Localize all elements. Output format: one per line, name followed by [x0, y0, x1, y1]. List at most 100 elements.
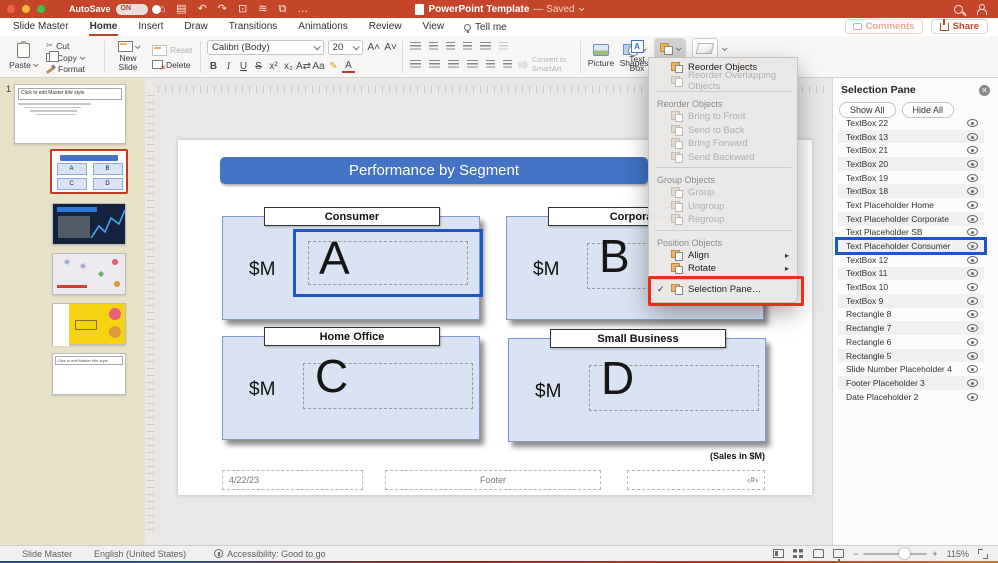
visibility-eye-icon[interactable] [967, 228, 978, 236]
visibility-eye-icon[interactable] [967, 324, 978, 332]
selection-pane-item[interactable]: TextBox 21 [838, 143, 984, 157]
change-case-button[interactable]: Aa [312, 61, 325, 72]
visibility-eye-icon[interactable] [967, 174, 978, 182]
footer-placeholder[interactable]: Footer [385, 470, 601, 490]
selection-pane-item[interactable]: TextBox 10 [838, 280, 984, 294]
quick-styles-button[interactable] [692, 38, 718, 58]
visibility-eye-icon[interactable] [967, 365, 978, 373]
date-placeholder[interactable]: 4/22/23 [222, 470, 363, 490]
language-status[interactable]: English (United States) [94, 549, 186, 559]
zoom-slider-knob[interactable] [899, 548, 910, 559]
normal-view-icon[interactable] [773, 549, 784, 558]
visibility-eye-icon[interactable] [967, 310, 978, 318]
selection-pane-item[interactable]: TextBox 19 [838, 171, 984, 185]
comments-button[interactable]: Comments [845, 19, 923, 34]
visibility-eye-icon[interactable] [967, 338, 978, 346]
align-right-button[interactable] [448, 60, 459, 71]
account-icon[interactable] [976, 4, 986, 14]
present-icon[interactable]: ⊡ [238, 0, 247, 18]
slide-title-shape[interactable]: Performance by Segment [220, 157, 648, 184]
decrease-indent-button[interactable] [446, 42, 455, 53]
strikethrough-button[interactable]: S [252, 61, 265, 72]
subscript-button[interactable]: x₂ [282, 61, 295, 72]
undo-icon[interactable]: ↶ [198, 0, 207, 18]
tab-transitions[interactable]: Transitions [228, 19, 279, 35]
autosave-toggle[interactable]: ON [116, 4, 148, 15]
selection-pane-item[interactable]: Text Placeholder Consumer [838, 239, 984, 253]
text-highlight-button[interactable]: ✎ [327, 61, 340, 72]
selection-pane-item[interactable]: Slide Number Placeholder 4 [838, 362, 984, 376]
shrink-font-button[interactable]: A˅ [384, 40, 397, 55]
selection-pane-item[interactable]: Footer Placeholder 3 [838, 376, 984, 390]
visibility-eye-icon[interactable] [967, 242, 978, 250]
selection-pane-item[interactable]: Rectangle 5 [838, 349, 984, 363]
sales-note[interactable]: (Sales in $M) [710, 451, 765, 461]
reading-view-icon[interactable] [813, 549, 824, 558]
selection-pane-item[interactable]: Text Placeholder Home [838, 198, 984, 212]
selection-pane-item[interactable]: Text Placeholder SB [838, 226, 984, 240]
more-commands-icon[interactable]: … [297, 0, 308, 18]
accessibility-status[interactable]: Accessibility: Good to go [214, 549, 326, 559]
menu-item-align[interactable]: Align▸ [649, 249, 797, 263]
selection-pane-item[interactable]: TextBox 13 [838, 130, 984, 144]
search-icon[interactable] [954, 5, 963, 14]
zoom-slider[interactable] [863, 553, 927, 555]
visibility-eye-icon[interactable] [967, 256, 978, 264]
quadrant-small-business[interactable]: Small Business $M D [508, 338, 766, 442]
quick-styles-chevron-icon[interactable] [722, 45, 728, 51]
quadrant-small-business-label[interactable]: Small Business [550, 329, 726, 348]
selection-pane-item[interactable]: TextBox 11 [838, 267, 984, 281]
quadrant-small-business-letter[interactable]: D [601, 355, 634, 401]
slideshow-view-icon[interactable] [833, 549, 844, 558]
align-center-button[interactable] [429, 60, 440, 71]
italic-button[interactable]: I [222, 61, 235, 72]
reset-button[interactable]: Reset [152, 45, 192, 56]
redo-icon[interactable]: ↷ [218, 0, 227, 18]
fit-slide-to-window-icon[interactable] [978, 549, 988, 559]
underline-button[interactable]: U [237, 61, 250, 72]
zoom-in-icon[interactable]: + [932, 549, 937, 559]
quadrant-home-office-letter[interactable]: C [315, 353, 348, 399]
visibility-eye-icon[interactable] [967, 187, 978, 195]
maximize-window-button[interactable] [37, 5, 45, 13]
bullets-button[interactable] [410, 42, 421, 53]
visibility-eye-icon[interactable] [967, 146, 978, 154]
visibility-eye-icon[interactable] [967, 201, 978, 209]
quadrant-consumer-label[interactable]: Consumer [264, 207, 440, 226]
layout-thumbnail-quadrants-selected[interactable]: A B C D [50, 149, 128, 194]
columns-button[interactable] [499, 42, 508, 53]
layout-thumbnail-infographic[interactable] [52, 303, 126, 345]
grow-font-button[interactable]: A˄ [367, 40, 380, 55]
visibility-eye-icon[interactable] [967, 133, 978, 141]
minimize-window-button[interactable] [22, 5, 30, 13]
selection-pane-item[interactable]: Rectangle 8 [838, 308, 984, 322]
increase-indent-button[interactable] [463, 42, 472, 53]
justify-button[interactable] [467, 60, 478, 71]
copy-button[interactable]: Copy [46, 53, 85, 63]
picture-button[interactable]: Picture [586, 36, 616, 76]
zoom-level[interactable]: 115% [947, 549, 969, 559]
slide-number-placeholder[interactable]: ‹#› [627, 470, 765, 490]
selection-pane-item[interactable]: TextBox 18 [838, 184, 984, 198]
quadrant-consumer[interactable]: Consumer $M A [222, 216, 480, 320]
quadrant-corporate-value[interactable]: $M [533, 259, 559, 281]
tell-me-button[interactable]: Tell me [464, 22, 507, 33]
align-left-button[interactable] [410, 60, 421, 71]
bold-button[interactable]: B [207, 61, 220, 72]
selection-pane-item[interactable]: TextBox 20 [838, 157, 984, 171]
tab-review[interactable]: Review [368, 19, 403, 35]
visibility-eye-icon[interactable] [967, 379, 978, 387]
tab-animations[interactable]: Animations [297, 19, 348, 35]
delete-button[interactable]: Delete [152, 60, 192, 70]
selection-pane-item[interactable]: Date Placeholder 2 [838, 390, 984, 404]
new-slide-button[interactable]: New Slide [110, 36, 146, 76]
layout-icon[interactable]: ≋ [258, 0, 267, 18]
numbering-button[interactable] [429, 42, 438, 53]
selection-pane-item[interactable]: Text Placeholder Corporate [838, 212, 984, 226]
close-window-button[interactable] [7, 5, 15, 13]
paste-button[interactable]: Paste [8, 36, 38, 76]
textbox-button[interactable]: A Text Box [623, 36, 651, 76]
format-painter-button[interactable]: Format [46, 64, 85, 74]
menu-item-selection-pane[interactable]: ✓Selection Pane… [649, 283, 797, 297]
visibility-eye-icon[interactable] [967, 393, 978, 401]
